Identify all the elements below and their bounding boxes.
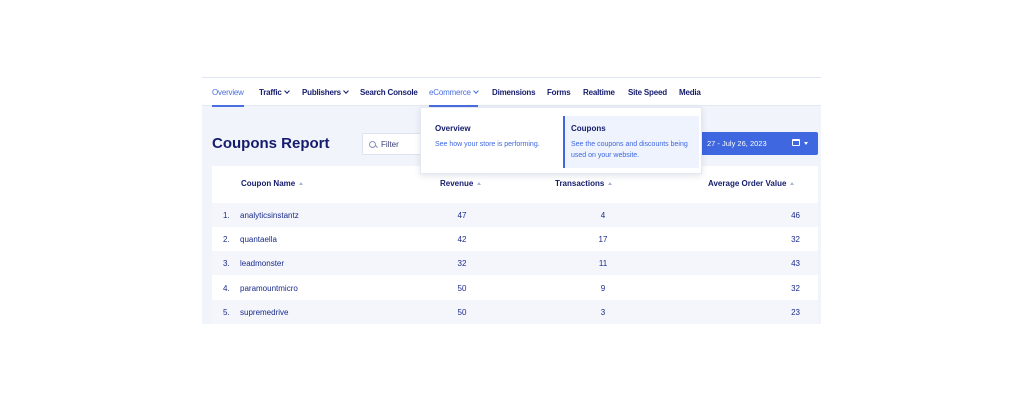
tab-search-console[interactable]: Search Console: [360, 88, 418, 97]
row-index: 1.: [223, 211, 230, 220]
row-index: 5.: [223, 308, 230, 317]
transactions-value: 3: [600, 308, 606, 317]
chevron-down-icon: [283, 88, 290, 94]
menu-item-description: See the coupons and discounts being used…: [571, 141, 688, 159]
coupon-name: analyticsinstantz: [240, 211, 299, 220]
row-index: 4.: [223, 284, 230, 293]
transactions-value: 4: [600, 211, 606, 220]
table-row: 3. leadmonster 32 11 43: [212, 251, 818, 275]
tab-label: Traffic: [259, 88, 282, 97]
sort-up-icon: [299, 182, 304, 185]
column-header-transactions[interactable]: Transactions: [555, 179, 613, 188]
column-header-coupon-name[interactable]: Coupon Name: [241, 179, 304, 188]
aov-value: 46: [791, 211, 800, 220]
menu-item-title: Coupons: [571, 124, 606, 133]
tab-label: Publishers: [302, 88, 341, 97]
row-index: 2.: [223, 235, 230, 244]
revenue-value: 32: [457, 259, 467, 268]
chevron-down-icon: [343, 88, 349, 94]
column-header-label: Coupon Name: [241, 179, 296, 188]
ecommerce-dropdown-menu: Overview See how your store is performin…: [420, 107, 702, 174]
menu-item-description: See how your store is performing.: [435, 141, 540, 148]
search-icon: [369, 140, 376, 148]
column-header-label: Average Order Value: [708, 179, 787, 188]
aov-value: 32: [791, 235, 800, 244]
sort-up-icon: [790, 182, 795, 185]
coupon-name: supremedrive: [240, 308, 289, 317]
aov-value: 23: [791, 308, 800, 317]
date-range-button[interactable]: 27 - July 26, 2023: [700, 132, 818, 155]
tab-media[interactable]: Media: [679, 88, 701, 97]
tab-label: eCommerce: [429, 88, 471, 97]
menu-item-coupons[interactable]: Coupons See the coupons and discounts be…: [563, 116, 699, 168]
menu-item-title: Overview: [435, 124, 471, 133]
column-header-revenue[interactable]: Revenue: [440, 179, 482, 188]
tab-site-speed[interactable]: Site Speed: [628, 88, 667, 97]
sort-up-icon: [477, 182, 482, 185]
date-range-label: 27 - July 26, 2023: [707, 139, 767, 148]
table-row: 4. paramountmicro 50 9 32: [212, 276, 818, 300]
tab-forms[interactable]: Forms: [547, 88, 571, 97]
transactions-value: 17: [598, 235, 608, 244]
column-header-average-order-value[interactable]: Average Order Value: [708, 179, 795, 188]
revenue-value: 50: [457, 284, 467, 293]
coupon-name: paramountmicro: [240, 284, 298, 293]
column-header-label: Revenue: [440, 179, 474, 188]
report-tabs: Overview Traffic Publishers Search Conso…: [202, 78, 821, 107]
tab-realtime[interactable]: Realtime: [583, 88, 615, 97]
tab-traffic[interactable]: Traffic: [259, 88, 290, 97]
page-title: Coupons Report: [212, 135, 330, 152]
transactions-value: 11: [598, 259, 608, 268]
chevron-down-icon: [472, 88, 479, 94]
coupon-name: leadmonster: [240, 259, 285, 268]
revenue-value: 42: [457, 235, 467, 244]
tab-dimensions[interactable]: Dimensions: [492, 88, 536, 97]
coupons-table: Coupon Name Revenue Transactions Average…: [212, 166, 818, 325]
table-row: 2. quantaella 42 17 32: [212, 227, 818, 251]
aov-value: 43: [791, 259, 800, 268]
coupons-panel: Overview Traffic Publishers Search Conso…: [202, 77, 821, 325]
coupon-name: quantaella: [240, 235, 277, 244]
tab-publishers[interactable]: Publishers: [302, 88, 349, 97]
tab-ecommerce[interactable]: eCommerce: [429, 88, 479, 107]
transactions-value: 9: [600, 284, 606, 293]
row-index: 3.: [223, 259, 230, 268]
table-row: 5. supremedrive 50 3 23: [212, 300, 818, 324]
calendar-icon: [792, 139, 800, 146]
revenue-value: 50: [457, 308, 467, 317]
aov-value: 32: [791, 284, 800, 293]
tab-overview[interactable]: Overview: [212, 88, 244, 107]
caret-down-icon: [804, 142, 808, 145]
filter-placeholder: Filter: [381, 139, 399, 149]
sort-up-icon: [608, 182, 613, 185]
table-row: 1. analyticsinstantz 47 4 46: [212, 203, 818, 227]
column-header-label: Transactions: [555, 179, 605, 188]
revenue-value: 47: [457, 211, 467, 220]
menu-item-overview[interactable]: Overview See how your store is performin…: [429, 116, 564, 168]
